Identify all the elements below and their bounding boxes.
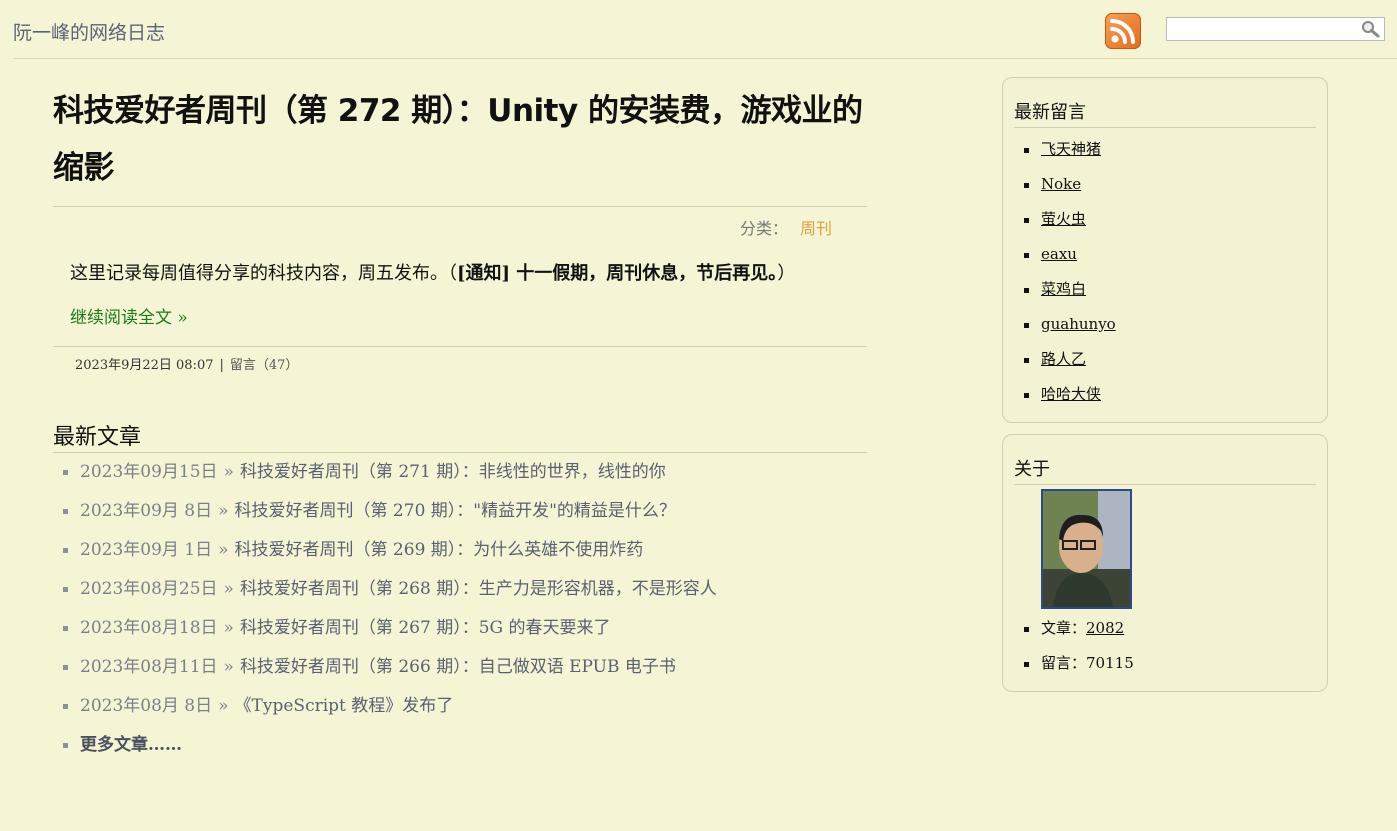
about-panel: 关于 文章：2082 留言：70115	[1002, 434, 1328, 692]
commenter-link[interactable]: 路人乙	[1041, 350, 1086, 368]
recent-article-link[interactable]: 科技爱好者周刊（第 270 期）："精益开发"的精益是什么？	[235, 501, 676, 521]
list-item: 留言：70115	[1024, 646, 1316, 681]
read-more-link[interactable]: 继续阅读全文 »	[53, 303, 867, 328]
post-title[interactable]: 科技爱好者周刊（第 272 期）：Unity 的安装费，游戏业的缩影	[53, 78, 867, 197]
more-articles-link[interactable]: 更多文章……	[80, 735, 182, 755]
list-item: 2023年08月25日» 科技爱好者周刊（第 268 期）：生产力是形容机器，不是…	[63, 570, 867, 609]
commenter-link[interactable]: guahunyo	[1041, 315, 1116, 333]
recent-article-link[interactable]: 科技爱好者周刊（第 266 期）：自己做双语 EPUB 电子书	[240, 657, 676, 677]
recent-article-link[interactable]: 科技爱好者周刊（第 269 期）：为什么英雄不使用炸药	[235, 540, 644, 560]
commenter-link[interactable]: 萤火虫	[1041, 210, 1086, 228]
recent-article-link[interactable]: 《TypeScript 教程》发布了	[235, 696, 454, 716]
summary-notice: [通知] 十一假期，周刊休息，节后再见。	[457, 263, 778, 284]
category-label: 分类：	[739, 219, 788, 238]
list-item: 更多文章……	[63, 726, 867, 765]
post-meta: 2023年9月22日 08:07 | 留言（47）	[53, 354, 867, 373]
category-link[interactable]: 周刊	[800, 219, 832, 238]
articles-count-link[interactable]: 2082	[1086, 619, 1124, 637]
magnifier-icon[interactable]	[1360, 20, 1380, 38]
meta-separator: |	[219, 358, 224, 373]
site-header: 阮一峰的网络日志	[0, 0, 1397, 58]
comments-link[interactable]: 留言（47）	[230, 358, 299, 373]
commenter-link[interactable]: 飞天神猪	[1041, 140, 1101, 158]
commenter-list: 飞天神猪 Noke 萤火虫 eaxu 菜鸡白 guahunyo 路人乙 哈哈大侠	[1014, 128, 1316, 412]
author-photo[interactable]	[1041, 489, 1132, 609]
list-item: eaxu	[1024, 237, 1316, 272]
commenter-link[interactable]: 哈哈大侠	[1041, 385, 1101, 403]
commenter-link[interactable]: 菜鸡白	[1041, 280, 1086, 298]
list-item: 2023年08月 8日» 《TypeScript 教程》发布了	[63, 687, 867, 726]
recent-heading: 最新文章	[53, 425, 142, 450]
list-item: 文章：2082	[1024, 611, 1316, 646]
list-item: 路人乙	[1024, 342, 1316, 377]
latest-comments-panel: 最新留言 飞天神猪 Noke 萤火虫 eaxu 菜鸡白 guahunyo 路人乙…	[1002, 77, 1328, 423]
summary-end: ）	[777, 263, 796, 284]
recent-article-link[interactable]: 科技爱好者周刊（第 267 期）：5G 的春天要来了	[240, 618, 611, 638]
rss-feed-icon[interactable]	[1105, 13, 1141, 49]
comments-count: 70115	[1086, 654, 1134, 672]
recent-article-link[interactable]: 科技爱好者周刊（第 271 期）：非线性的世界，线性的你	[240, 462, 666, 482]
search-input[interactable]	[1169, 19, 1358, 41]
post-summary: 这里记录每周值得分享的科技内容，周五发布。（[通知] 十一假期，周刊休息，节后再…	[53, 253, 840, 295]
list-item: 2023年08月11日» 科技爱好者周刊（第 266 期）：自己做双语 EPUB …	[63, 648, 867, 687]
list-item: Noke	[1024, 167, 1316, 202]
meta-divider	[53, 346, 867, 347]
site-title-link[interactable]: 阮一峰的网络日志	[13, 18, 165, 45]
list-item: 哈哈大侠	[1024, 377, 1316, 412]
list-item: 飞天神猪	[1024, 132, 1316, 167]
list-item: 2023年09月 8日» 科技爱好者周刊（第 270 期）："精益开发"的精益是什…	[63, 492, 867, 531]
recent-list: 2023年09月15日» 科技爱好者周刊（第 271 期）：非线性的世界，线性的你…	[53, 453, 867, 765]
list-item: 2023年08月18日» 科技爱好者周刊（第 267 期）：5G 的春天要来了	[63, 609, 867, 648]
summary-text: 这里记录每周值得分享的科技内容，周五发布。（	[70, 263, 457, 284]
search-box	[1166, 17, 1385, 41]
post-date: 2023年9月22日 08:07	[75, 358, 214, 373]
category-row: 分类： 周刊	[53, 215, 867, 239]
commenter-link[interactable]: eaxu	[1041, 245, 1077, 263]
list-item: 2023年09月15日» 科技爱好者周刊（第 271 期）：非线性的世界，线性的你	[63, 453, 867, 492]
list-item: 2023年09月 1日» 科技爱好者周刊（第 269 期）：为什么英雄不使用炸药	[63, 531, 867, 570]
main-content: 科技爱好者周刊（第 272 期）：Unity 的安装费，游戏业的缩影 分类： 周刊…	[53, 78, 867, 765]
commenter-link[interactable]: Noke	[1041, 175, 1081, 193]
title-divider	[53, 206, 867, 207]
about-stats: 文章：2082 留言：70115	[1014, 609, 1316, 681]
comments-heading: 最新留言	[1014, 78, 1316, 128]
list-item: guahunyo	[1024, 307, 1316, 342]
list-item: 萤火虫	[1024, 202, 1316, 237]
recent-article-link[interactable]: 科技爱好者周刊（第 268 期）：生产力是形容机器，不是形容人	[240, 579, 717, 599]
about-heading: 关于	[1014, 435, 1316, 485]
list-item: 菜鸡白	[1024, 272, 1316, 307]
header-divider	[13, 58, 1397, 59]
